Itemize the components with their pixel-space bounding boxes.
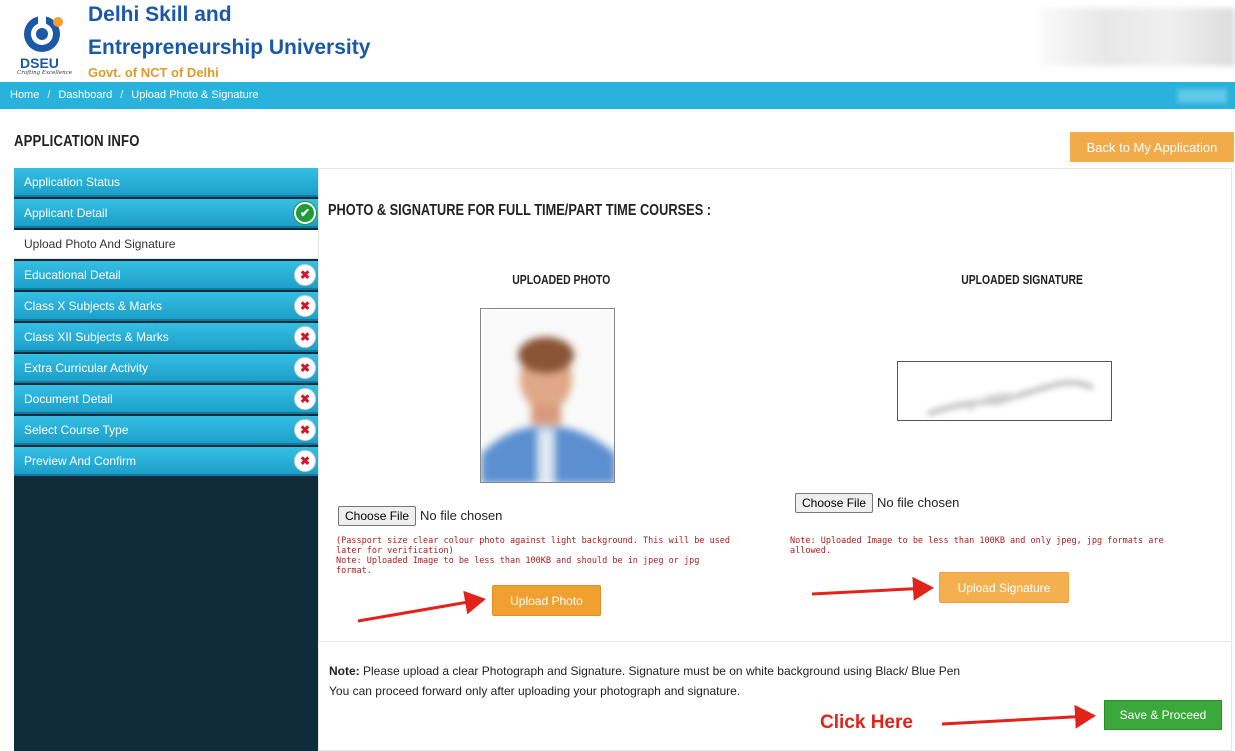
- sidebar-item-applicant-detail[interactable]: Applicant Detail ✔: [14, 199, 318, 228]
- uploaded-photo-title: UPLOADED PHOTO: [512, 272, 611, 287]
- photo-choose-file-button[interactable]: Choose File: [338, 506, 417, 526]
- cross-icon: ✖: [294, 264, 316, 286]
- cross-icon: ✖: [294, 326, 316, 348]
- photo-note: (Passport size clear colour photo agains…: [336, 536, 731, 576]
- sidebar-item-document-detail[interactable]: Document Detail ✖: [14, 385, 318, 414]
- govt-label: Govt. of NCT of Delhi: [88, 65, 219, 80]
- photo-file-input[interactable]: Choose File No file chosen: [338, 506, 502, 526]
- save-proceed-button[interactable]: Save & Proceed: [1104, 700, 1222, 730]
- photo-file-status: No file chosen: [420, 508, 503, 523]
- back-to-application-button[interactable]: Back to My Application: [1070, 132, 1234, 162]
- bottom-note: Note: Please upload a clear Photograph a…: [329, 664, 961, 698]
- sidebar-item-class-xii[interactable]: Class XII Subjects & Marks ✖: [14, 323, 318, 352]
- signature-choose-file-button[interactable]: Choose File: [795, 493, 874, 513]
- section-title: PHOTO & SIGNATURE FOR FULL TIME/PART TIM…: [328, 202, 712, 219]
- breadcrumb-bar: Home / Dashboard / Upload Photo & Signature: [0, 82, 1235, 109]
- sidebar-item-application-status[interactable]: Application Status: [14, 168, 318, 197]
- signature-file-status: No file chosen: [877, 495, 960, 510]
- signature-file-input[interactable]: Choose File No file chosen: [795, 493, 959, 513]
- breadcrumb-home[interactable]: Home: [10, 89, 39, 101]
- cross-icon: ✖: [294, 295, 316, 317]
- university-name-line2: Entrepreneurship University: [88, 36, 371, 59]
- cross-icon: ✖: [294, 419, 316, 441]
- uploaded-signature-image: [897, 361, 1112, 421]
- blurred-user-info: [1040, 8, 1235, 66]
- breadcrumb-current: Upload Photo & Signature: [131, 89, 259, 101]
- cross-icon: ✖: [294, 450, 316, 472]
- blurred-nav-item[interactable]: [1177, 89, 1227, 103]
- sidebar-item-educational-detail[interactable]: Educational Detail ✖: [14, 261, 318, 290]
- sidebar-item-preview-confirm[interactable]: Preview And Confirm ✖: [14, 447, 318, 476]
- university-name-line1: Delhi Skill and: [88, 3, 232, 26]
- divider: [318, 641, 1232, 642]
- logo-text: DSEU: [20, 55, 59, 71]
- breadcrumb: Home / Dashboard / Upload Photo & Signature: [10, 89, 259, 101]
- breadcrumb-dashboard[interactable]: Dashboard: [58, 89, 112, 101]
- uploaded-signature-title: UPLOADED SIGNATURE: [961, 272, 1083, 287]
- sidebar-item-extra-curricular[interactable]: Extra Curricular Activity ✖: [14, 354, 318, 383]
- logo-tagline: Crafting Excellence: [17, 70, 73, 76]
- sidebar-item-course-type[interactable]: Select Course Type ✖: [14, 416, 318, 445]
- upload-signature-button[interactable]: Upload Signature: [939, 572, 1069, 603]
- check-icon: ✔: [294, 202, 316, 224]
- uploaded-photo-image: [480, 308, 615, 483]
- sidebar: Application Status Applicant Detail ✔ Upl…: [14, 168, 318, 751]
- sidebar-item-upload-photo[interactable]: Upload Photo And Signature: [14, 230, 318, 259]
- signature-note: Note: Uploaded Image to be less than 100…: [790, 536, 1164, 556]
- site-header: DSEU Crafting Excellence Delhi Skill and…: [0, 0, 1235, 82]
- click-here-annotation: Click Here: [820, 712, 913, 733]
- cross-icon: ✖: [294, 357, 316, 379]
- upload-photo-button[interactable]: Upload Photo: [492, 585, 601, 616]
- sidebar-item-class-x[interactable]: Class X Subjects & Marks ✖: [14, 292, 318, 321]
- page-title: APPLICATION INFO: [14, 133, 140, 150]
- cross-icon: ✖: [294, 388, 316, 410]
